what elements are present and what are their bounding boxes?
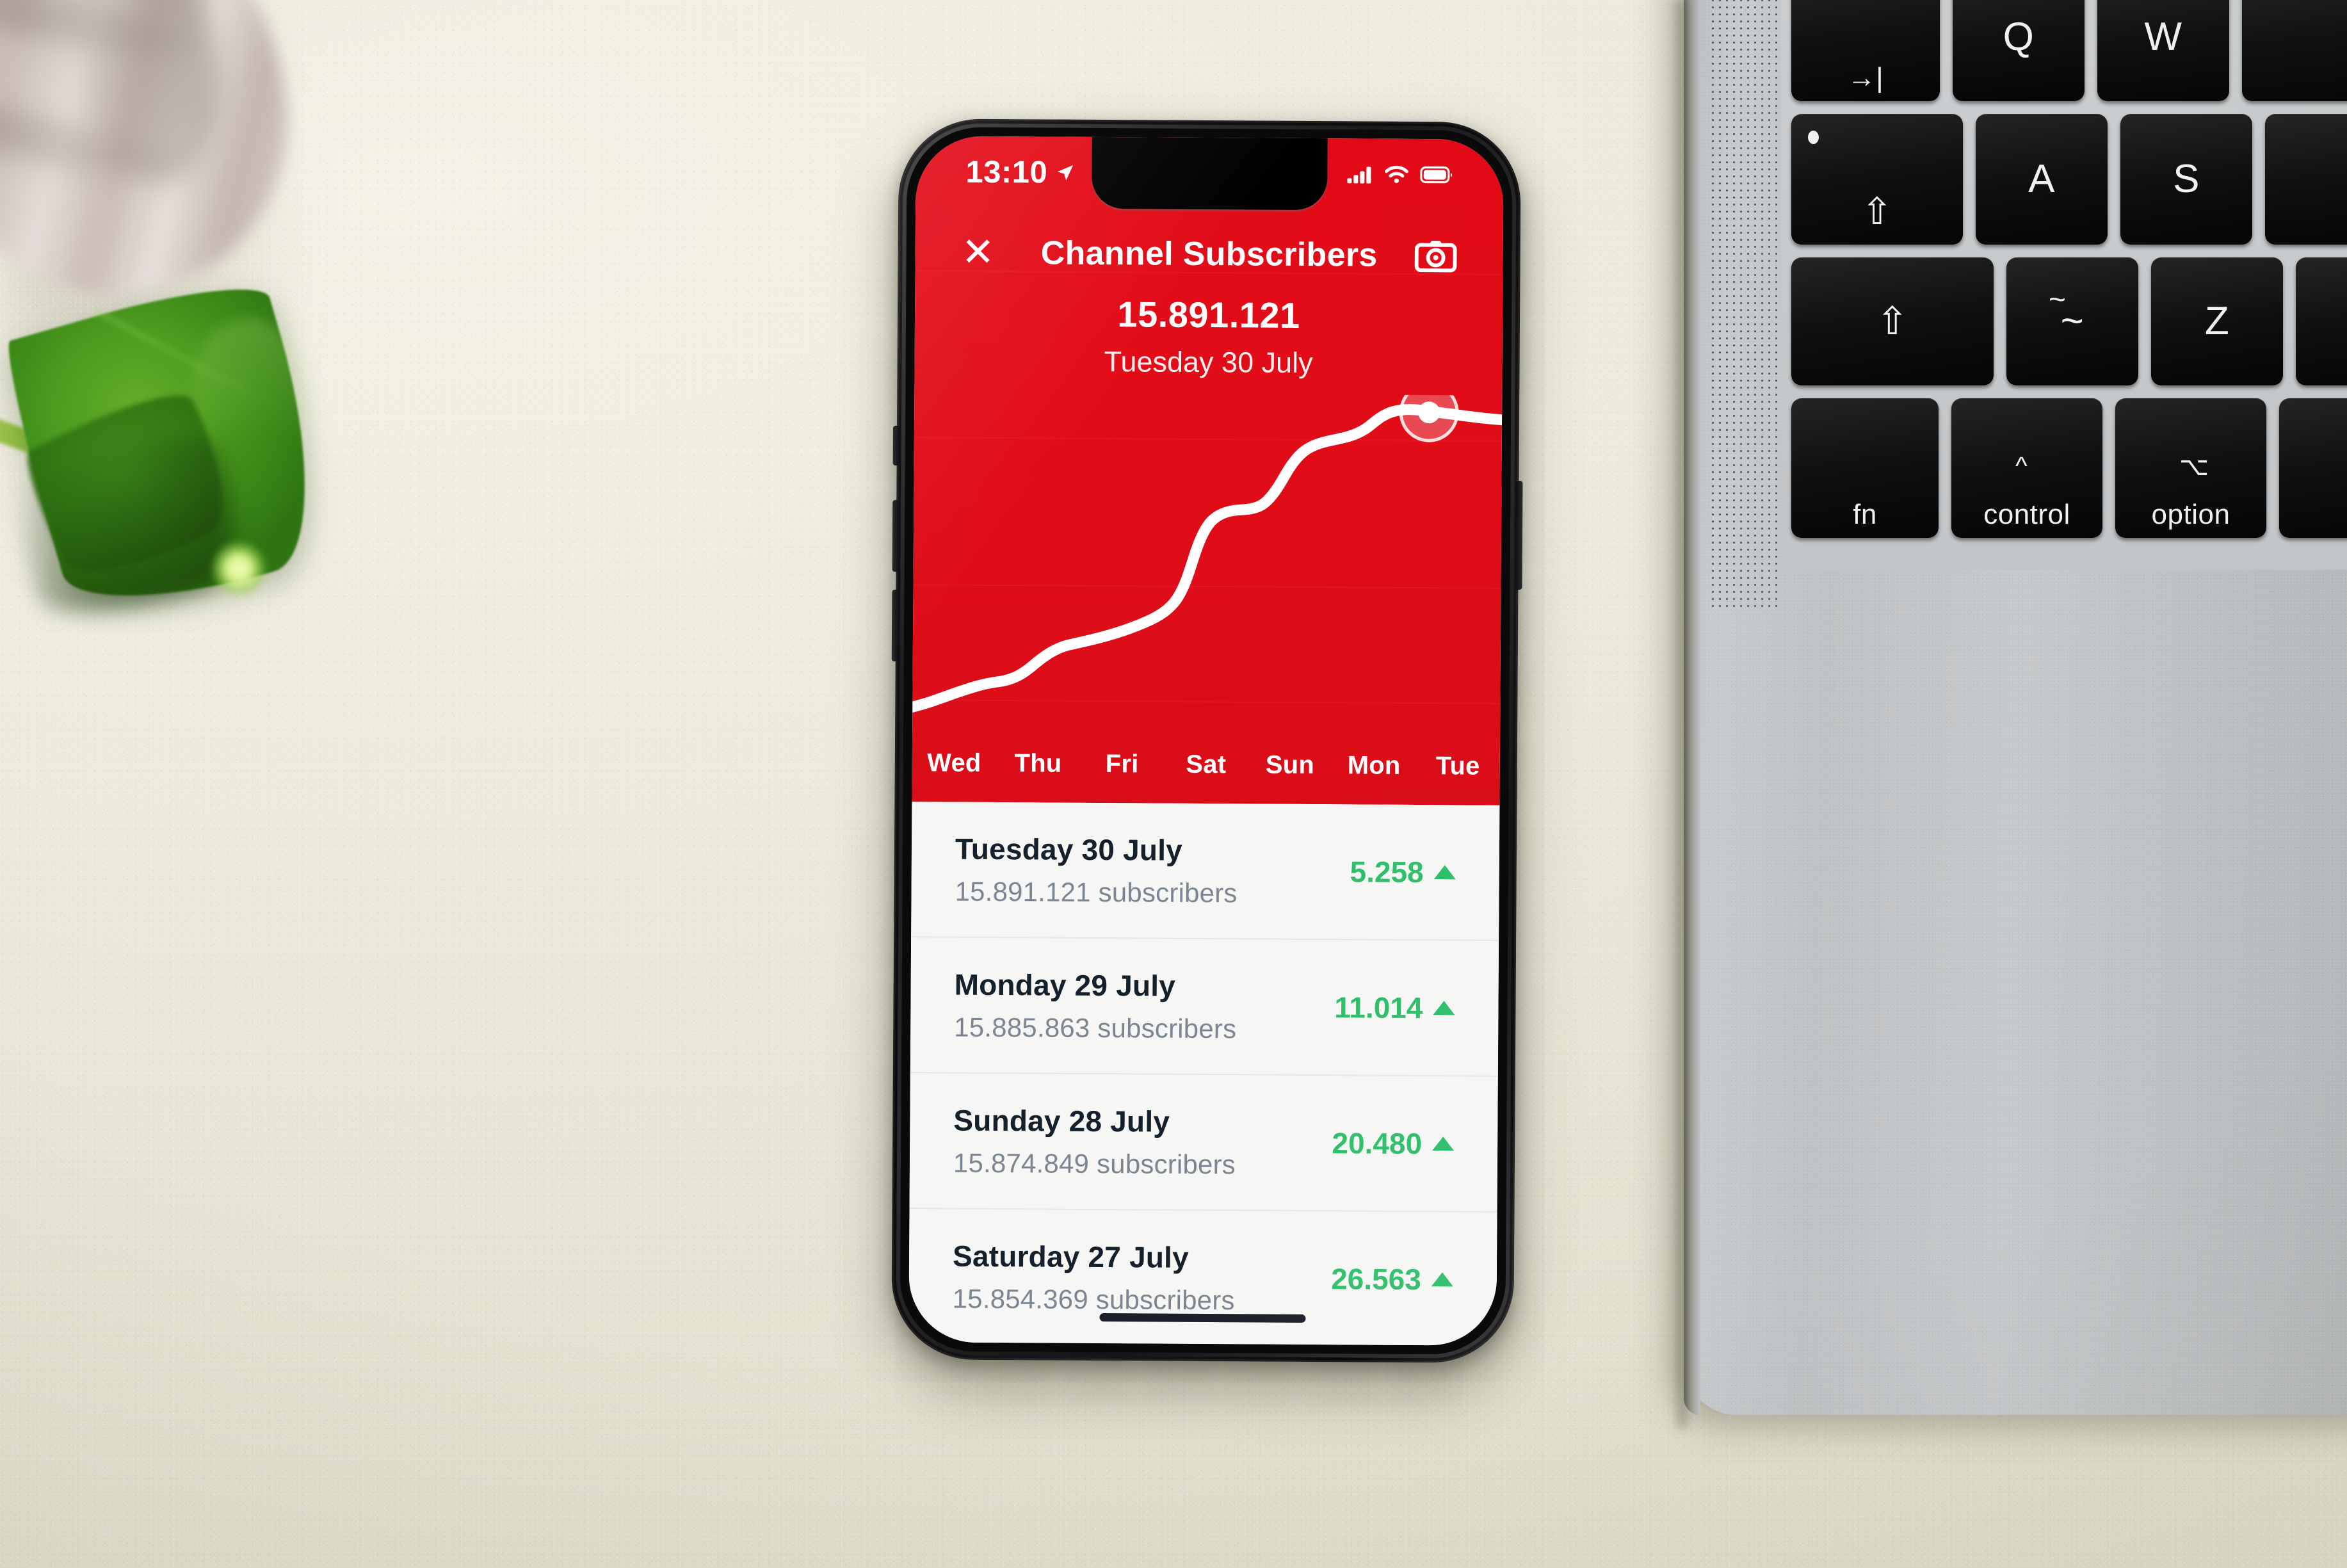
image-vignette [0, 0, 2347, 1568]
scene-photograph: →| Q W ⇧ A S ⇧ [0, 0, 2347, 1568]
